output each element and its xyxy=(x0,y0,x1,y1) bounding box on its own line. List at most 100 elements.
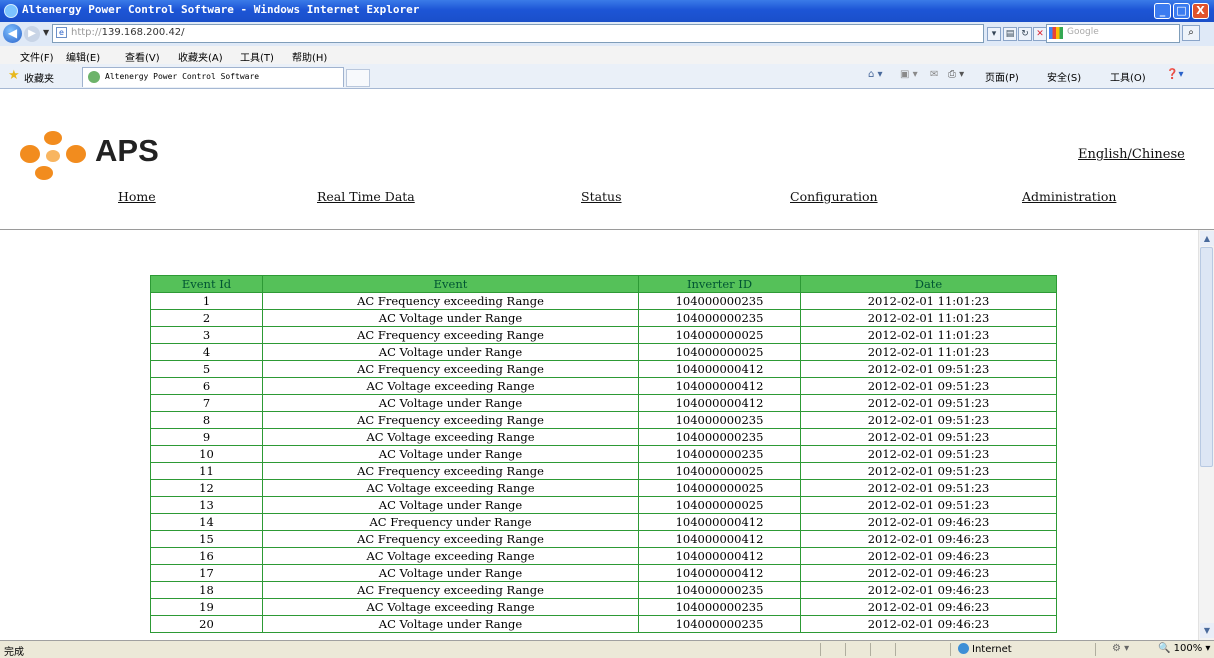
browser-tab[interactable]: Altenergy Power Control Software xyxy=(82,67,344,87)
address-dropdown-icon[interactable]: ▾ xyxy=(987,27,1001,41)
cell-inverter-id: 104000000412 xyxy=(638,564,801,582)
cell-date: 2012-02-01 11:01:23 xyxy=(800,326,1057,344)
protected-mode-icon[interactable]: ⚙ ▾ xyxy=(1112,643,1129,654)
status-divider xyxy=(895,643,896,656)
favorites-bar: ★ 收藏夹 Altenergy Power Control Software ⌂… xyxy=(0,64,1214,89)
cell-event-id: 7 xyxy=(150,394,263,412)
menu-bar: 文件(F) 编辑(E) 查看(V) 收藏夹(A) 工具(T) 帮助(H) xyxy=(0,46,1214,65)
cell-event: AC Frequency under Range xyxy=(262,513,639,531)
cell-date: 2012-02-01 11:01:23 xyxy=(800,343,1057,361)
cell-event-id: 13 xyxy=(150,496,263,514)
cell-inverter-id: 104000000025 xyxy=(638,462,801,480)
scroll-down-icon[interactable]: ▼ xyxy=(1200,623,1214,638)
window-title-bar[interactable]: Altenergy Power Control Software - Windo… xyxy=(0,0,1214,22)
menu-view[interactable]: 查看(V) xyxy=(125,49,160,64)
zoom-control[interactable]: 🔍 100% ▾ xyxy=(1158,643,1210,654)
cell-event: AC Frequency exceeding Range xyxy=(262,462,639,480)
globe-icon xyxy=(958,643,969,654)
nav-configuration[interactable]: Configuration xyxy=(790,189,878,204)
cell-event: AC Frequency exceeding Range xyxy=(262,411,639,429)
favorites-label[interactable]: 收藏夹 xyxy=(24,70,54,85)
maximize-button[interactable]: □ xyxy=(1173,3,1190,19)
content-area[interactable]: Event Id Event Inverter ID Date 1 AC Freq… xyxy=(0,230,1198,640)
table-row: 7 AC Voltage under Range 104000000412 2012-… xyxy=(150,394,1057,412)
home-icon[interactable]: ⌂ ▾ xyxy=(868,69,883,80)
cell-date: 2012-02-01 09:46:23 xyxy=(800,615,1057,633)
cell-event: AC Voltage under Range xyxy=(262,309,639,327)
help-icon[interactable]: ❓▾ xyxy=(1166,69,1183,80)
vertical-scrollbar[interactable]: ▲ ▼ xyxy=(1198,230,1214,640)
cell-event: AC Voltage under Range xyxy=(262,564,639,582)
minimize-button[interactable]: _ xyxy=(1154,3,1171,19)
event-table: Event Id Event Inverter ID Date 1 AC Freq… xyxy=(150,275,1057,633)
table-row: 19 AC Voltage exceeding Range 104000000235… xyxy=(150,598,1057,616)
nav-status[interactable]: Status xyxy=(581,189,622,204)
search-input[interactable]: Google xyxy=(1046,24,1180,43)
cell-event-id: 15 xyxy=(150,530,263,548)
forward-button[interactable]: ▶ xyxy=(24,26,40,42)
search-icon[interactable]: ⌕ xyxy=(1182,25,1200,41)
cell-event: AC Frequency exceeding Range xyxy=(262,326,639,344)
page-menu[interactable]: 页面(P) xyxy=(985,69,1019,84)
cell-event-id: 16 xyxy=(150,547,263,565)
cell-date: 2012-02-01 11:01:23 xyxy=(800,292,1057,310)
cell-event-id: 12 xyxy=(150,479,263,497)
status-divider xyxy=(820,643,821,656)
nav-real-time-data[interactable]: Real Time Data xyxy=(317,189,415,204)
cell-event-id: 4 xyxy=(150,343,263,361)
menu-favorites[interactable]: 收藏夹(A) xyxy=(178,49,223,64)
brand-name: APS xyxy=(95,133,159,168)
cell-event-id: 9 xyxy=(150,428,263,446)
new-tab-button[interactable] xyxy=(346,69,370,87)
favorites-star-icon[interactable]: ★ xyxy=(8,68,20,83)
page-icon: e xyxy=(56,27,67,38)
scroll-thumb[interactable] xyxy=(1200,247,1213,467)
tab-favicon xyxy=(88,71,100,83)
cell-date: 2012-02-01 09:51:23 xyxy=(800,462,1057,480)
history-dropdown-icon[interactable]: ▼ xyxy=(43,28,49,37)
cell-date: 2012-02-01 09:51:23 xyxy=(800,496,1057,514)
table-row: 15 AC Frequency exceeding Range 1040000004… xyxy=(150,530,1057,548)
scroll-up-icon[interactable]: ▲ xyxy=(1200,231,1214,246)
close-button[interactable]: X xyxy=(1192,3,1209,19)
nav-administration[interactable]: Administration xyxy=(1022,189,1116,204)
cell-inverter-id: 104000000235 xyxy=(638,581,801,599)
stop-icon[interactable]: ✕ xyxy=(1033,27,1047,41)
security-zone: Internet xyxy=(958,643,1012,655)
cell-date: 2012-02-01 09:46:23 xyxy=(800,547,1057,565)
menu-help[interactable]: 帮助(H) xyxy=(292,49,327,64)
table-body: 1 AC Frequency exceeding Range 10400000023… xyxy=(150,292,1057,633)
language-link[interactable]: English/Chinese xyxy=(1078,147,1185,162)
cell-inverter-id: 104000000235 xyxy=(638,445,801,463)
menu-tools[interactable]: 工具(T) xyxy=(240,49,274,64)
table-row: 6 AC Voltage exceeding Range 104000000412 2… xyxy=(150,377,1057,395)
table-row: 10 AC Voltage under Range 104000000235 2012… xyxy=(150,445,1057,463)
cell-inverter-id: 104000000412 xyxy=(638,377,801,395)
mail-icon[interactable]: ✉ xyxy=(930,69,938,80)
google-icon xyxy=(1049,27,1063,39)
safety-menu[interactable]: 安全(S) xyxy=(1047,69,1081,84)
back-button[interactable]: ◀ xyxy=(3,24,22,43)
zone-label: Internet xyxy=(972,644,1012,655)
table-row: 8 AC Frequency exceeding Range 10400000023… xyxy=(150,411,1057,429)
table-row: 2 AC Voltage under Range 104000000235 2012-… xyxy=(150,309,1057,327)
print-icon[interactable]: ⎙ ▾ xyxy=(948,69,964,80)
cell-event-id: 18 xyxy=(150,581,263,599)
cell-event-id: 17 xyxy=(150,564,263,582)
menu-edit[interactable]: 编辑(E) xyxy=(66,49,100,64)
cell-date: 2012-02-01 09:51:23 xyxy=(800,394,1057,412)
cell-inverter-id: 104000000412 xyxy=(638,547,801,565)
cell-event: AC Frequency exceeding Range xyxy=(262,360,639,378)
cell-date: 2012-02-01 09:51:23 xyxy=(800,411,1057,429)
tools-menu[interactable]: 工具(O) xyxy=(1110,69,1146,84)
feeds-icon[interactable]: ▣ ▾ xyxy=(900,69,918,80)
refresh-icon[interactable]: ↻ xyxy=(1018,27,1032,41)
cell-event-id: 1 xyxy=(150,292,263,310)
cell-inverter-id: 104000000412 xyxy=(638,360,801,378)
nav-home[interactable]: Home xyxy=(118,189,156,204)
compatibility-icon[interactable]: ▤ xyxy=(1003,27,1017,41)
menu-file[interactable]: 文件(F) xyxy=(20,49,54,64)
header-event: Event xyxy=(262,275,639,293)
cell-inverter-id: 104000000235 xyxy=(638,615,801,633)
address-input[interactable]: e http://139.168.200.42/ xyxy=(52,24,984,43)
